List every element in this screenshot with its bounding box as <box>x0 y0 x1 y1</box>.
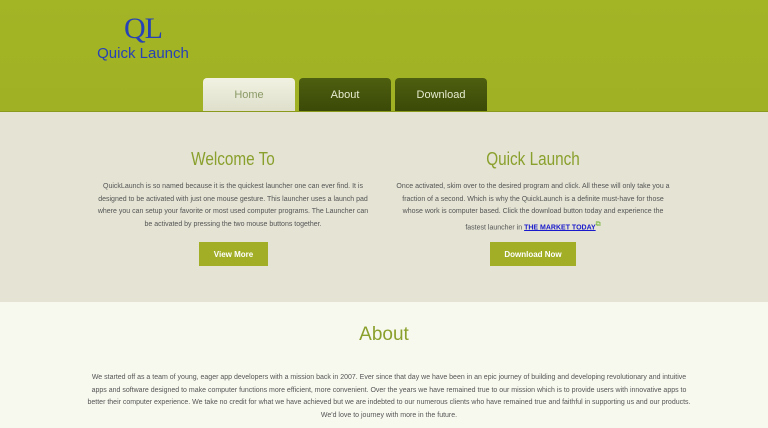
tab-about[interactable]: About <box>299 78 391 111</box>
tab-home[interactable]: Home <box>203 78 295 111</box>
view-more-button[interactable]: View More <box>199 242 268 266</box>
tab-download[interactable]: Download <box>395 78 487 111</box>
logo-name: Quick Launch <box>97 45 189 62</box>
about-text: We started off as a team of young, eager… <box>87 374 691 419</box>
welcome-column: Welcome To QuickLaunch is so named becau… <box>95 148 371 231</box>
quick-launch-column: Quick Launch Once activated, skim over t… <box>395 148 671 234</box>
logo-mark: QL <box>124 12 163 45</box>
about-section: About We started off as a team of young,… <box>0 302 768 428</box>
features-section: Welcome To QuickLaunch is so named becau… <box>0 112 768 302</box>
quick-launch-title: Quick Launch <box>486 149 580 169</box>
welcome-text: QuickLaunch is so named because it is th… <box>97 183 369 228</box>
quick-launch-text: Once activated, skim over to the desired… <box>395 181 671 234</box>
welcome-title: Welcome To <box>191 149 275 169</box>
external-link-icon: ⧉ <box>595 220 601 228</box>
market-today-link[interactable]: THE MARKET TODAY <box>524 224 596 231</box>
about-title: About <box>359 324 409 345</box>
site-header: QL Quick Launch Home About Download <box>0 0 768 112</box>
main-nav: Home About Download <box>203 78 487 111</box>
logo[interactable]: QL Quick Launch <box>93 14 193 63</box>
download-now-button[interactable]: Download Now <box>490 242 576 266</box>
